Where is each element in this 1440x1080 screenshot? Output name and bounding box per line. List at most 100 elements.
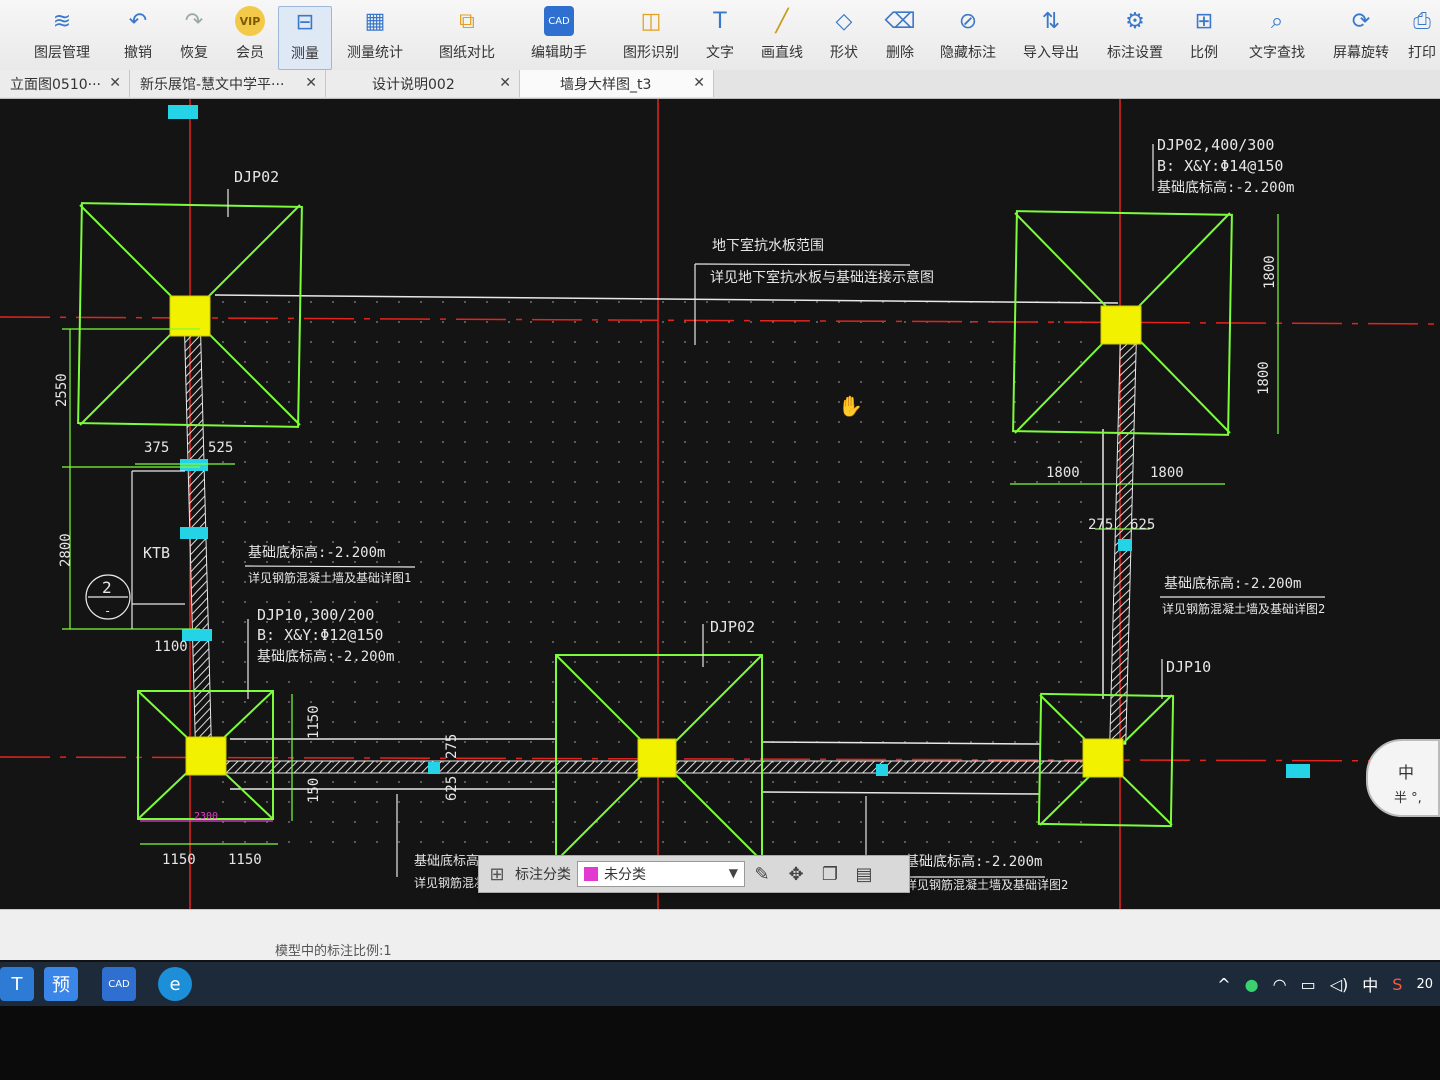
dim-625-bottom: 625 [444,776,460,801]
tab-exhibition-hall[interactable]: 新乐展馆-慧文中学平··· ✕ [130,70,326,97]
label-basement-note: 详见地下室抗水板与基础连接示意图 [710,269,934,286]
annotation-float-toolbar: ⊞ 标注分类 未分类 ▼ ✎ ✥ ❐ ▤ [478,855,910,893]
label-elev-left-note: 详见钢筋混凝土墙及基础详图1 [248,570,411,585]
preview-app-icon[interactable]: 预 [44,967,78,1001]
line-icon: ╱ [775,8,789,34]
main-toolbar: ≋ 图层管理 ↶ 撤销 ↷ 恢复 VIP 会员 ⊟ 测量 ▦ 测量统计 ⧉ 图纸对比 CAD 编… [0,0,1440,71]
tab-design-notes[interactable]: 设计说明002 ✕ [326,70,520,97]
shape-recognize-icon: ◫ [640,8,662,34]
annotation-settings-icon: ⚙ [1125,8,1145,34]
label-elev-right: 基础底标高:-2.200m [1164,575,1301,592]
dim-625-right: 625 [1130,517,1155,533]
close-icon[interactable]: ✕ [499,75,511,91]
text-icon: T [713,8,727,34]
label-djp02-top-left: DJP02 [234,168,279,186]
category-select[interactable]: 未分类 ▼ [577,861,745,887]
category-selected-value: 未分类 [604,867,646,883]
tab-wall-detail[interactable]: 墙身大样图_t3 ✕ [520,70,714,97]
dim-275-right: 275 [1088,517,1113,533]
redo-button[interactable]: ↷ 恢复 [172,6,216,68]
close-icon[interactable]: ✕ [305,75,317,91]
dim-2800: 2800 [58,533,74,567]
dim-1800-left: 1800 [1046,465,1080,481]
label-elev-right-note: 详见钢筋混凝土墙及基础详图2 [1162,601,1325,616]
hide-annotation-button[interactable]: ⊘ 隐藏标注 [936,6,1000,68]
dim-525: 525 [208,440,233,456]
text-button[interactable]: T 文字 [700,6,740,68]
dim-1100: 1100 [154,639,188,655]
volume-icon[interactable]: ◁) [1330,975,1349,994]
undo-button[interactable]: ↶ 撤销 [116,6,160,68]
dim-1150-vertical: 1150 [306,705,322,739]
close-icon[interactable]: ✕ [109,75,121,91]
label-elev-bottom-right-note: 详见钢筋混凝土墙及基础详图2 [905,877,1068,892]
compare-icon: ⧉ [459,8,475,34]
tab-elevation[interactable]: 立面图0510··· ✕ [0,70,130,97]
sogou-icon[interactable]: S [1392,975,1402,994]
app-icon[interactable]: T [0,967,34,1001]
chevron-up-icon[interactable]: ^ [1217,975,1230,994]
label-djp10-left-rebar: B: X&Y:Φ12@150 [257,626,383,644]
text-search-icon: ⌕ [1270,8,1284,34]
measure-stats-icon: ▦ [364,8,386,34]
vip-button[interactable]: VIP 会员 [228,6,272,68]
battery-icon[interactable]: ▭ [1301,975,1316,994]
clock[interactable]: 20 [1416,977,1433,992]
chevron-down-icon: ▼ [728,866,738,880]
scale-button[interactable]: ⊞ 比例 [1184,6,1224,68]
move-icon[interactable]: ✥ [779,864,813,885]
ime-floating-widget[interactable]: 中 半 °, [1366,739,1440,817]
cad-app-icon[interactable]: CAD [102,967,136,1001]
ime-indicator[interactable]: 中 [1362,972,1378,996]
dim-1150-right: 1150 [228,852,262,868]
close-icon[interactable]: ✕ [693,75,705,91]
label-djp02-top-right: DJP02,400/300 [1157,136,1274,154]
rotate-screen-button[interactable]: ⟳ 屏幕旋转 [1328,6,1394,68]
wifi-icon[interactable]: ◠ [1273,975,1287,994]
print-button[interactable]: ⎙ 打印 [1404,6,1440,68]
measure-icon: ⊟ [295,9,315,35]
dim-150: 150 [306,778,322,803]
paste-icon[interactable]: ▤ [847,864,881,885]
dim-1800-right: 1800 [1150,465,1184,481]
import-export-icon: ⇅ [1041,8,1061,34]
import-export-button[interactable]: ⇅ 导入导出 [1018,6,1084,68]
dim-1800-lower: 1800 [1256,361,1272,395]
label-djp02-middle: DJP02 [710,618,755,636]
annotation-settings-button[interactable]: ⚙ 标注设置 [1102,6,1168,68]
system-tray: ^ ● ◠ ▭ ◁) 中 S 20 [1210,962,1440,1006]
measure-stats-button[interactable]: ▦ 测量统计 [340,6,410,68]
vip-icon: VIP [235,6,265,36]
label-djp02-top-right-rebar: B: X&Y:Φ14@150 [1157,157,1283,175]
undo-icon: ↶ [128,8,148,34]
layer-manager-button[interactable]: ≋ 图层管理 [28,6,96,68]
dim-1150-left: 1150 [162,852,196,868]
label-detail-number: 2 [102,578,112,597]
label-djp10-left: DJP10,300/200 [257,606,374,624]
category-label: 标注分类 [515,867,571,883]
edge-browser-icon[interactable]: e [158,967,192,1001]
category-group-icon[interactable]: ⊞ [479,864,515,885]
shape-button[interactable]: ◇ 形状 [824,6,864,68]
shape-recognize-button[interactable]: ◫ 图形识别 [616,6,686,68]
text-search-button[interactable]: ⌕ 文字查找 [1244,6,1310,68]
label-djp10-right: DJP10 [1166,658,1211,676]
cad-viewer-window: ≋ 图层管理 ↶ 撤销 ↷ 恢复 VIP 会员 ⊟ 测量 ▦ 测量统计 ⧉ 图纸对比 CAD 编… [0,0,1440,960]
monitor-bezel [0,1006,1440,1080]
compare-drawings-button[interactable]: ⧉ 图纸对比 [432,6,502,68]
wechat-icon[interactable]: ● [1245,975,1259,994]
dim-375: 375 [144,440,169,456]
draw-line-button[interactable]: ╱ 画直线 [756,6,808,68]
edit-assistant-button[interactable]: CAD 编辑助手 [524,6,594,68]
drawing-canvas[interactable]: DJP02 DJP02,400/300 B: X&Y:Φ14@150 基础底标高… [0,99,1440,909]
edit-icon[interactable]: ✎ [745,864,779,885]
shape-icon: ◇ [835,8,853,34]
measure-button[interactable]: ⊟ 测量 [278,6,332,70]
delete-button[interactable]: ⌫ 删除 [880,6,920,68]
label-ktb: KTB [143,544,170,562]
copy-icon[interactable]: ❐ [813,864,847,885]
annotation-scale-status: 模型中的标注比例:1 [275,944,392,959]
hide-annotation-icon: ⊘ [958,8,978,34]
dim-1800-top: 1800 [1262,255,1278,289]
print-icon: ⎙ [1413,8,1431,34]
